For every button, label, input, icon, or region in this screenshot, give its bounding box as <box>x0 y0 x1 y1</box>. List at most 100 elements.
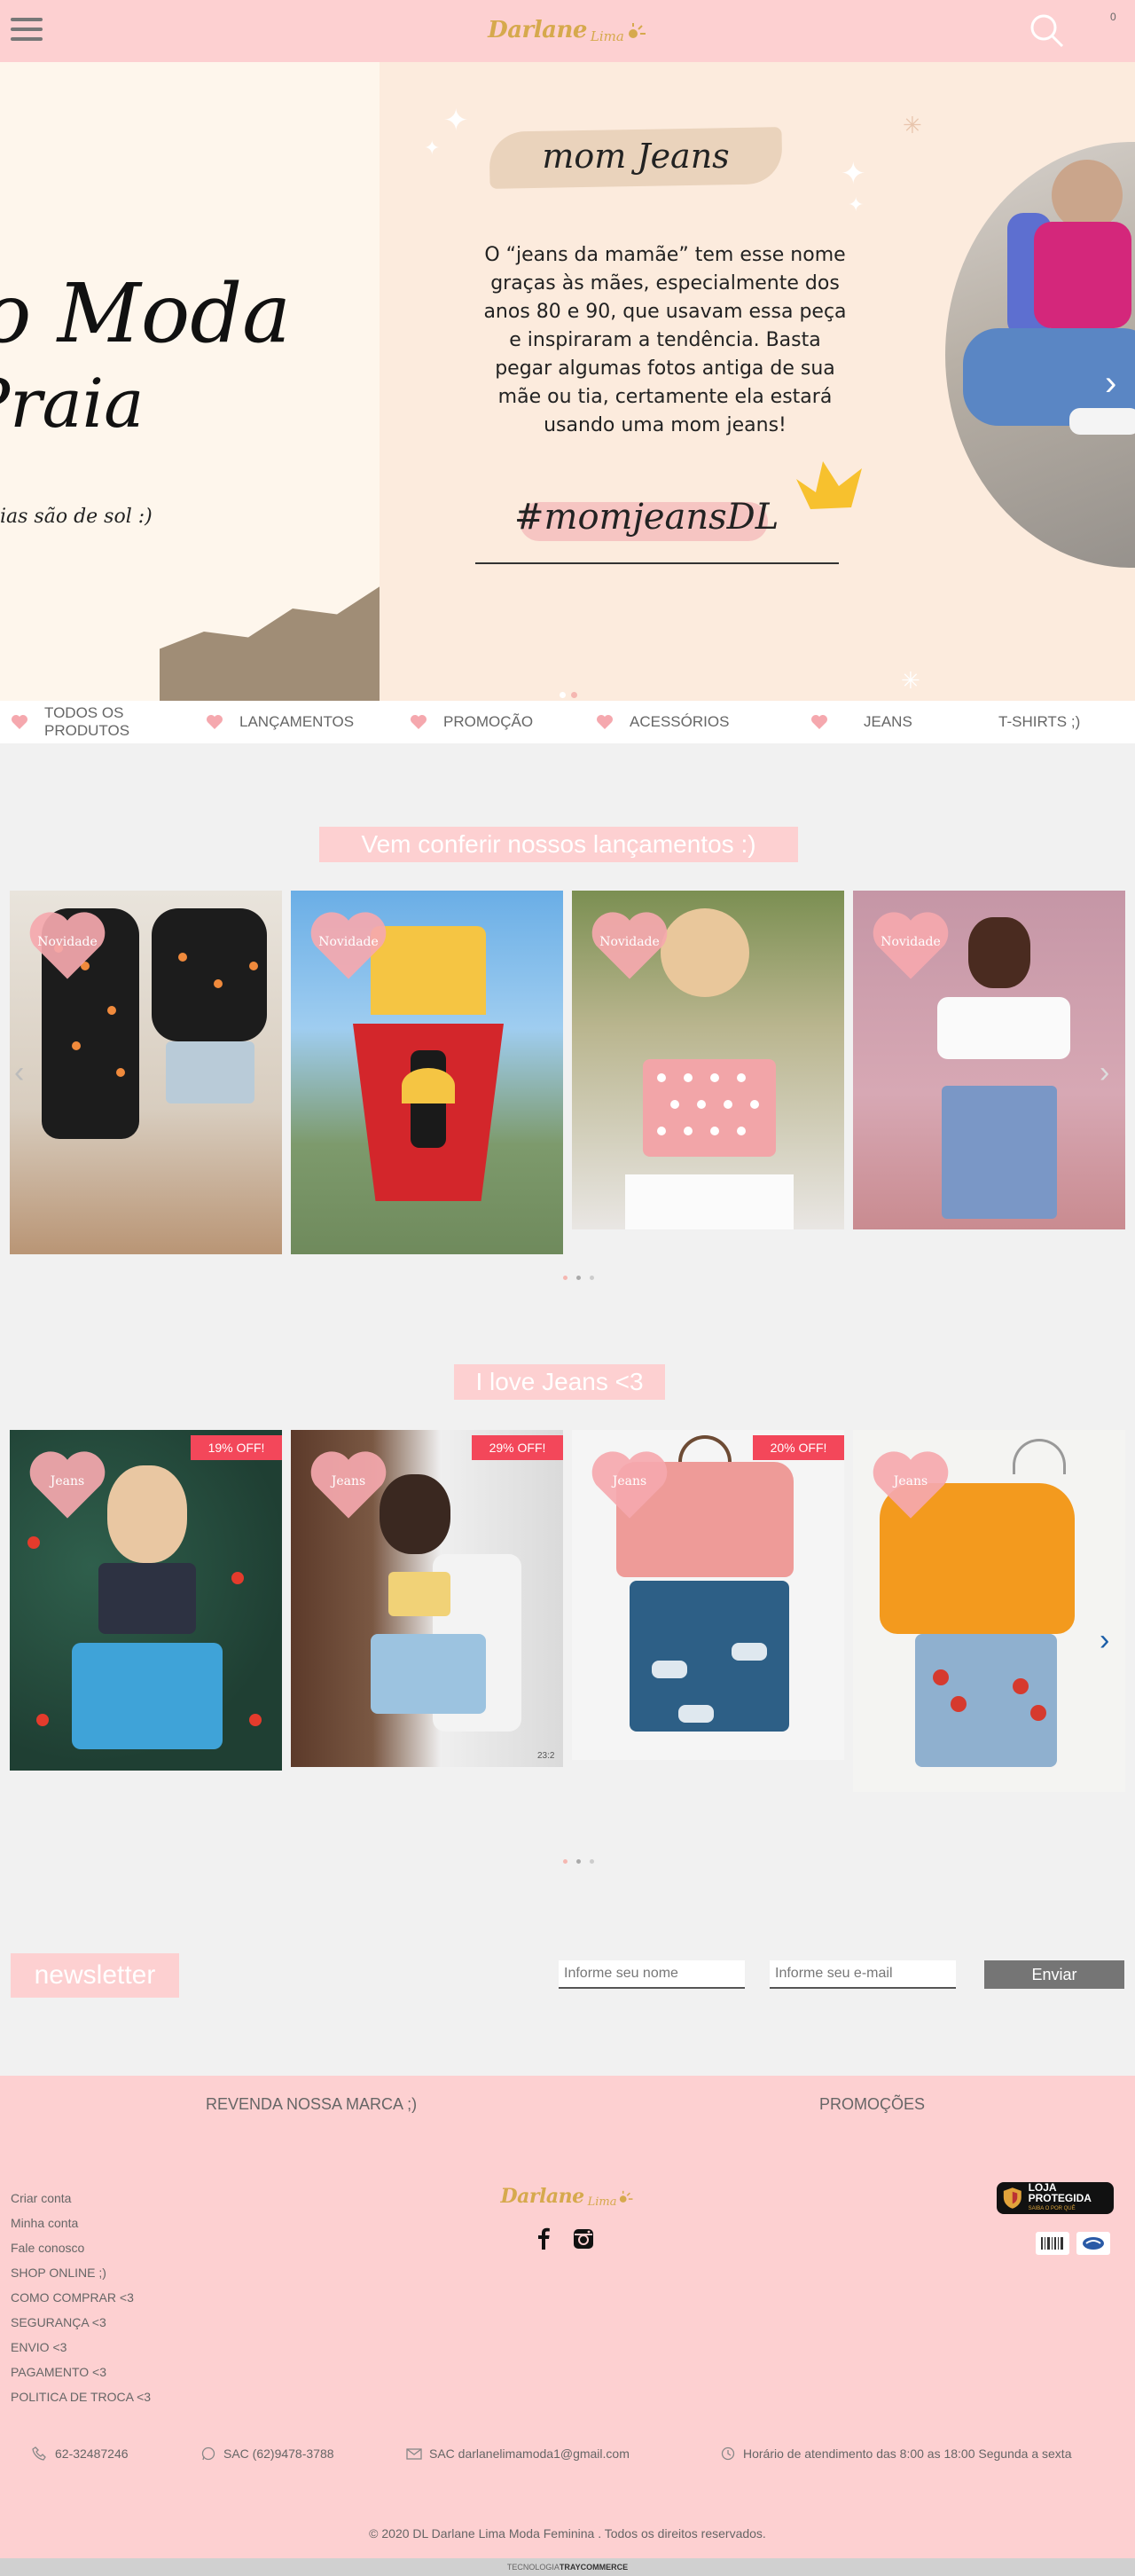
novidade-badge: Novidade <box>588 907 671 985</box>
jean-shorts-shape <box>72 1643 223 1749</box>
chevron-left-icon[interactable]: ‹ <box>14 1056 24 1090</box>
phone-icon <box>32 2446 46 2461</box>
heart-icon <box>811 715 827 729</box>
contact-phone[interactable]: 62-32487246 <box>32 2446 129 2461</box>
badge-label: Novidade <box>37 935 98 949</box>
footer-link[interactable]: ENVIO <3 <box>11 2335 151 2360</box>
category-acessorios[interactable]: ACESSÓRIOS <box>596 701 729 743</box>
model-shirt <box>1034 222 1131 328</box>
footer-link[interactable]: POLITICA DE TROCA <3 <box>11 2384 151 2409</box>
product-card[interactable]: Novidade <box>291 891 563 1254</box>
jeans-badge: Jeans <box>588 1446 671 1524</box>
footer-logo[interactable]: Darlane Lima <box>479 2177 656 2216</box>
sun-icon <box>628 23 646 38</box>
instagram-icon[interactable] <box>573 2228 596 2251</box>
category-label: PROMOÇÃO <box>443 713 534 730</box>
jean-shorts-shape <box>371 1634 486 1714</box>
footer-link[interactable]: PAGAMENTO <3 <box>11 2360 151 2384</box>
technology-bar[interactable]: TECNOLOGIATRAYCOMMERCE <box>0 2558 1135 2576</box>
footer-links: Criar conta Minha conta Fale conosco SHO… <box>11 2186 151 2409</box>
banner-left-line1: o Moda <box>0 266 291 361</box>
site-header: Darlane Lima 0 <box>0 0 1135 62</box>
badge-label: Jeans <box>331 1474 366 1488</box>
slider-dot[interactable] <box>576 1276 581 1280</box>
heart-icon <box>597 715 613 729</box>
newsletter-name-input[interactable] <box>559 1960 745 1989</box>
product-card[interactable]: Novidade <box>853 891 1125 1229</box>
jean-shorts-shape <box>942 1086 1057 1219</box>
blouse-shape <box>152 908 267 1041</box>
category-t-shirts[interactable]: T-SHIRTS ;) <box>998 701 1080 743</box>
hero-banner[interactable]: o Moda Praia ias são de sol :) ✦ ✦ ✦ ✦ ✳… <box>0 62 1135 701</box>
product-card[interactable]: 29% OFF! 23:2 Jeans <box>291 1430 563 1767</box>
sparkle-icon: ✦ <box>841 157 866 191</box>
site-logo[interactable]: Darlane Lima <box>461 5 674 55</box>
product-card[interactable]: 20% OFF! Jeans <box>572 1430 844 1760</box>
cart-count[interactable]: 0 <box>1110 11 1116 23</box>
banner-title: mom Jeans <box>542 137 730 176</box>
novidade-badge: Novidade <box>869 907 952 985</box>
category-lancamentos[interactable]: LANÇAMENTOS <box>206 701 354 743</box>
footer-link[interactable]: Minha conta <box>11 2211 151 2235</box>
footer-logo-main: Darlane <box>500 2185 585 2208</box>
slider-dot[interactable] <box>590 1859 594 1864</box>
contact-whatsapp[interactable]: SAC (62)9478-3788 <box>200 2446 334 2461</box>
product-card[interactable]: Jeans <box>853 1430 1125 1792</box>
footer-resell-link[interactable]: REVENDA NOSSA MARCA ;) <box>206 2095 417 2114</box>
mail-icon <box>406 2448 422 2460</box>
logo-sub-text: Lima <box>590 28 624 44</box>
chevron-right-icon[interactable]: › <box>1100 1623 1109 1658</box>
category-todos-os-produtos[interactable]: TODOS OS PRODUTOS <box>11 701 160 743</box>
category-jeans[interactable]: JEANS <box>810 701 912 743</box>
novidade-badge: Novidade <box>26 907 109 985</box>
model-hair-shape <box>380 1474 450 1554</box>
banner-left-line2: Praia <box>0 364 145 443</box>
banner-hashtag: #momjeansDL <box>514 497 779 538</box>
secure-badge-text: LOJA PROTEGIDA SAIBA O POR QUÊ <box>1029 2182 1114 2214</box>
contact-email[interactable]: SAC darlanelimamoda1@gmail.com <box>406 2446 630 2461</box>
banner-dots[interactable] <box>557 687 580 701</box>
product-card[interactable]: 19% OFF! Jeans <box>10 1430 282 1771</box>
sun-icon <box>620 2190 633 2203</box>
badge-label: Novidade <box>881 935 941 949</box>
jeans-badge: Jeans <box>26 1446 109 1524</box>
footer-promotions-link[interactable]: PROMOÇÕES <box>819 2095 925 2114</box>
banner-dot[interactable] <box>560 692 566 698</box>
footer-link[interactable]: SHOP ONLINE ;) <box>11 2260 151 2285</box>
footer-link[interactable]: COMO COMPRAR <3 <box>11 2285 151 2310</box>
slider-dot[interactable] <box>590 1276 594 1280</box>
secure-store-badge[interactable]: LOJA PROTEGIDA SAIBA O POR QUÊ <box>997 2182 1114 2214</box>
site-footer: REVENDA NOSSA MARCA ;) PROMOÇÕES Criar c… <box>0 2076 1135 2558</box>
banner-dot[interactable] <box>571 692 577 698</box>
product-card[interactable]: Novidade <box>10 891 282 1254</box>
sparkle-icon: ✦ <box>424 137 441 159</box>
facebook-icon[interactable] <box>532 2227 555 2250</box>
gingham-top-shape <box>388 1572 450 1616</box>
newsletter-email-input[interactable] <box>770 1960 956 1989</box>
chevron-right-icon[interactable]: › <box>1100 1056 1109 1090</box>
category-promocao[interactable]: PROMOÇÃO <box>410 701 533 743</box>
footer-link[interactable]: Criar conta <box>11 2186 151 2211</box>
newsletter-title: newsletter <box>11 1953 179 1998</box>
category-label: JEANS <box>864 713 912 730</box>
jeans-slider-dots[interactable] <box>559 1852 599 1868</box>
slider-dot[interactable] <box>563 1859 568 1864</box>
hamburger-icon[interactable] <box>11 18 43 43</box>
novidade-badge: Novidade <box>307 907 390 985</box>
search-icon[interactable] <box>1029 12 1066 50</box>
footer-link[interactable]: SEGURANÇA <3 <box>11 2310 151 2335</box>
newsletter-submit-button[interactable]: Enviar <box>984 1960 1124 1989</box>
launches-slider-dots[interactable] <box>559 1268 599 1284</box>
hashtag-underline <box>475 562 839 564</box>
slider-dot[interactable] <box>563 1276 568 1280</box>
heart-icon <box>207 715 223 729</box>
badge-label: Novidade <box>599 935 660 949</box>
footer-link[interactable]: Fale conosco <box>11 2235 151 2260</box>
product-card[interactable]: Novidade <box>572 891 844 1229</box>
slider-dot[interactable] <box>576 1859 581 1864</box>
sparkle-icon: ✦ <box>848 193 865 216</box>
top-shape <box>98 1563 196 1634</box>
rose-decoration <box>27 1536 40 1549</box>
model-hair-shape <box>661 908 749 997</box>
chevron-right-icon[interactable]: › <box>1105 364 1116 404</box>
